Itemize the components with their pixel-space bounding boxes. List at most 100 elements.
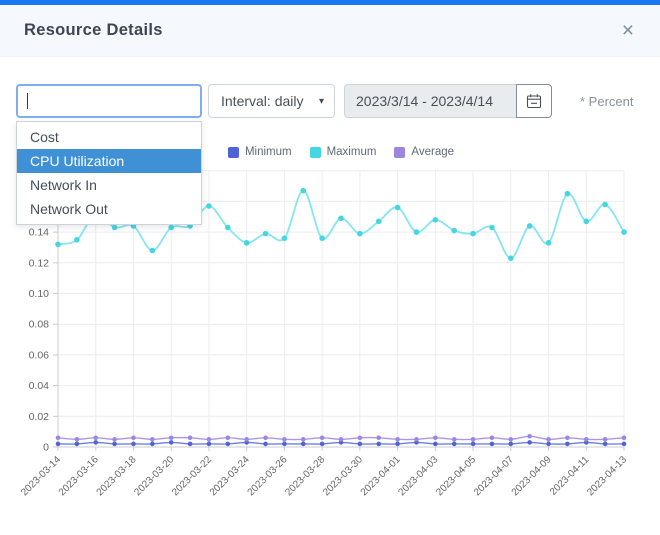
menu-item-cpu-utilization[interactable]: CPU Utilization bbox=[17, 149, 201, 173]
series-minimum-point bbox=[75, 442, 80, 447]
series-average-point bbox=[282, 437, 287, 442]
series-average-point bbox=[188, 435, 193, 440]
series-maximum-point bbox=[112, 225, 118, 231]
series-average-point bbox=[301, 437, 306, 442]
series-minimum-point bbox=[546, 442, 551, 447]
series-average-point bbox=[207, 437, 212, 442]
series-minimum-point bbox=[169, 440, 174, 445]
series-minimum-point bbox=[93, 440, 98, 445]
series-minimum-point bbox=[395, 442, 400, 447]
menu-item-network-out[interactable]: Network Out bbox=[17, 197, 201, 221]
series-minimum-point bbox=[527, 440, 532, 445]
series-minimum-point bbox=[622, 442, 627, 447]
y-axis-label: 0.04 bbox=[29, 380, 50, 392]
y-axis-label: 0.06 bbox=[29, 349, 50, 361]
series-maximum-point bbox=[451, 228, 457, 234]
series-average-point bbox=[131, 435, 136, 440]
series-minimum-point bbox=[433, 442, 438, 447]
y-axis-label: 0 bbox=[43, 442, 49, 454]
series-minimum-point bbox=[112, 442, 117, 447]
series-maximum-point bbox=[527, 223, 533, 229]
series-maximum-point bbox=[621, 229, 627, 235]
metric-combobox[interactable] bbox=[16, 84, 202, 118]
series-minimum-point bbox=[150, 442, 155, 447]
calendar-icon bbox=[526, 93, 542, 109]
series-minimum-point bbox=[226, 442, 231, 447]
series-average-point bbox=[93, 435, 98, 440]
legend-swatch-average bbox=[394, 147, 405, 158]
series-maximum-point bbox=[74, 237, 80, 243]
series-maximum-point bbox=[206, 203, 212, 209]
series-maximum-point bbox=[489, 225, 495, 231]
legend-label: Average bbox=[411, 146, 454, 158]
y-axis-label: 0.02 bbox=[29, 411, 50, 423]
series-average-point bbox=[452, 437, 457, 442]
series-maximum-point bbox=[395, 205, 401, 211]
legend-swatch-maximum bbox=[310, 147, 321, 158]
series-maximum-point bbox=[508, 255, 514, 261]
series-average-point bbox=[584, 437, 589, 442]
x-axis-label: 2023-04-09 bbox=[510, 454, 554, 498]
series-maximum-point bbox=[282, 235, 288, 241]
series-maximum-point bbox=[338, 215, 344, 221]
legend-label: Minimum bbox=[245, 146, 292, 158]
legend-item-minimum[interactable]: Minimum bbox=[228, 146, 292, 158]
series-average-point bbox=[414, 437, 419, 442]
legend-item-average[interactable]: Average bbox=[394, 146, 454, 158]
series-minimum-point bbox=[509, 442, 514, 447]
series-maximum-point bbox=[319, 235, 325, 241]
modal-header: Resource Details × bbox=[0, 5, 660, 57]
legend-swatch-minimum bbox=[228, 147, 239, 158]
series-average-point bbox=[320, 435, 325, 440]
series-maximum-point bbox=[546, 240, 552, 246]
series-maximum-point bbox=[244, 240, 250, 246]
legend-item-maximum[interactable]: Maximum bbox=[310, 146, 377, 158]
page-title: Resource Details bbox=[24, 21, 163, 40]
series-maximum-point bbox=[263, 231, 269, 237]
series-minimum-point bbox=[131, 442, 136, 447]
series-maximum-point bbox=[55, 242, 61, 248]
interval-select[interactable]: Interval: daily ▾ bbox=[208, 84, 335, 118]
series-minimum-point bbox=[603, 442, 608, 447]
series-minimum-point bbox=[188, 442, 193, 447]
series-average-point bbox=[56, 435, 61, 440]
series-maximum-point bbox=[300, 188, 306, 194]
resource-details-modal: Resource Details × Interval: daily ▾ 202… bbox=[0, 0, 660, 535]
series-average-point bbox=[169, 435, 174, 440]
series-average-point bbox=[376, 435, 381, 440]
chevron-down-icon: ▾ bbox=[319, 96, 324, 107]
series-average-point bbox=[263, 435, 268, 440]
series-average-point bbox=[112, 437, 117, 442]
y-axis-label: 0.10 bbox=[29, 288, 50, 300]
menu-item-cost[interactable]: Cost bbox=[17, 125, 201, 149]
series-minimum-point bbox=[320, 442, 325, 447]
series-maximum-point bbox=[470, 231, 476, 237]
date-range-input[interactable]: 2023/3/14 - 2023/4/14 bbox=[344, 84, 516, 118]
series-average-point bbox=[622, 435, 627, 440]
close-icon[interactable]: × bbox=[622, 20, 634, 41]
series-minimum-point bbox=[376, 442, 381, 447]
series-average-point bbox=[546, 437, 551, 442]
series-maximum-point bbox=[150, 248, 156, 254]
series-average-point bbox=[490, 435, 495, 440]
series-maximum-point bbox=[565, 191, 571, 197]
series-maximum-point bbox=[433, 217, 439, 223]
series-minimum-point bbox=[263, 442, 268, 447]
text-cursor bbox=[27, 93, 28, 109]
series-minimum-point bbox=[282, 442, 287, 447]
series-average-point bbox=[395, 437, 400, 442]
series-minimum-point bbox=[452, 442, 457, 447]
series-average-point bbox=[244, 437, 249, 442]
series-average-point bbox=[471, 437, 476, 442]
series-average-point bbox=[75, 437, 80, 442]
interval-select-value: Interval: daily bbox=[221, 93, 303, 109]
y-axis-label: 0.08 bbox=[29, 319, 50, 331]
series-minimum-point bbox=[490, 442, 495, 447]
calendar-button[interactable] bbox=[516, 84, 552, 118]
menu-item-network-in[interactable]: Network In bbox=[17, 173, 201, 197]
legend-label: Maximum bbox=[327, 146, 377, 158]
series-minimum-point bbox=[358, 442, 363, 447]
series-average-point bbox=[150, 437, 155, 442]
series-maximum-point bbox=[357, 231, 363, 237]
series-minimum-point bbox=[471, 442, 476, 447]
